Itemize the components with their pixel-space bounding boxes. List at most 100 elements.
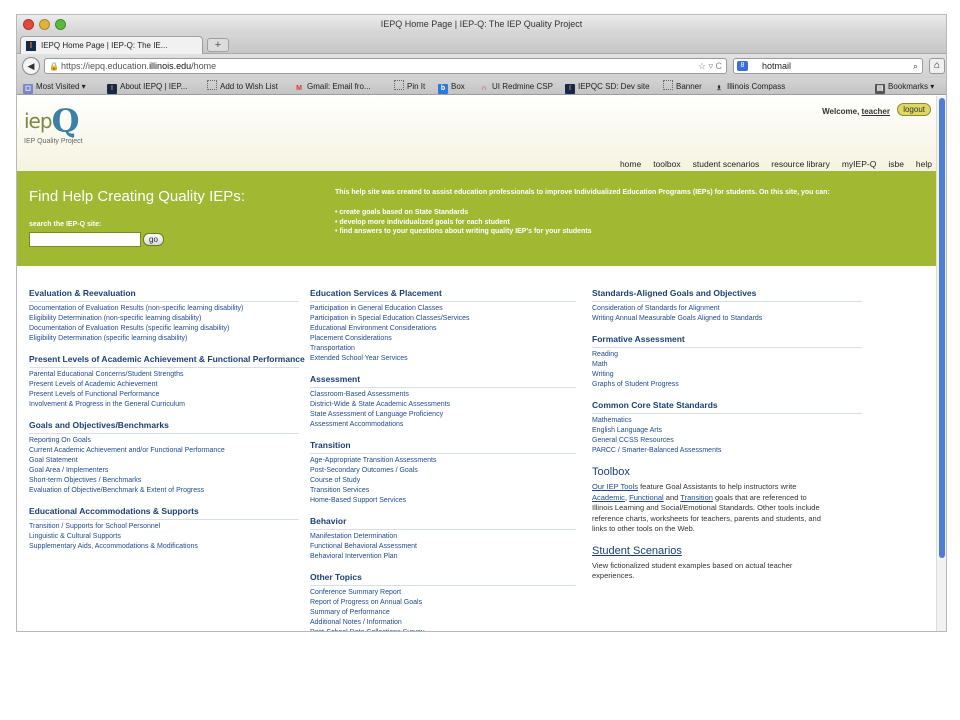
topic-link[interactable]: Writing: [592, 370, 862, 380]
toolbox-title[interactable]: Toolbox: [592, 466, 862, 478]
bookmark-star-icon[interactable]: ☆: [698, 61, 706, 71]
bookmarks-menu[interactable]: ▤ Bookmarks ▾: [875, 78, 934, 95]
nav-myiepq[interactable]: myIEP-Q: [842, 159, 876, 169]
reload-icon[interactable]: C: [716, 61, 723, 71]
topic-link[interactable]: Summary of Performance: [310, 608, 576, 618]
topic-link[interactable]: Educational Environment Considerations: [310, 324, 576, 334]
our-iep-tools-link[interactable]: Our IEP Tools: [592, 482, 638, 491]
topic-link[interactable]: Transition Services: [310, 486, 576, 496]
home-button[interactable]: ⌂: [929, 58, 945, 74]
topic-link[interactable]: Transportation: [310, 344, 576, 354]
bookmark-item[interactable]: ◻ Most Visited ▾: [23, 78, 86, 95]
topic-link[interactable]: Additional Notes / Information: [310, 618, 576, 628]
topic-link[interactable]: State Assessment of Language Proficiency: [310, 410, 576, 420]
topic-link[interactable]: Parental Educational Concerns/Student St…: [29, 370, 299, 380]
bookmark-item[interactable]: Add to Wish List: [207, 78, 278, 95]
topic-link[interactable]: General CCSS Resources: [592, 436, 862, 446]
user-link[interactable]: teacher: [862, 107, 890, 116]
topic-link[interactable]: Linguistic & Cultural Supports: [29, 532, 299, 542]
topic-link[interactable]: Documentation of Evaluation Results (non…: [29, 304, 299, 314]
transition-link[interactable]: Transition: [680, 493, 713, 502]
site-search-label: search the IEP-Q site:: [29, 221, 102, 228]
academic-link[interactable]: Academic: [592, 493, 625, 502]
topic-link[interactable]: Goal Area / Implementers: [29, 466, 299, 476]
topic-link[interactable]: Functional Behavioral Assessment: [310, 542, 576, 552]
topic-link[interactable]: Goal Statement: [29, 456, 299, 466]
section-links: Consideration of Standards for Alignment…: [592, 304, 862, 324]
topic-link[interactable]: Present Levels of Functional Performance: [29, 390, 299, 400]
topic-link[interactable]: Documentation of Evaluation Results (spe…: [29, 324, 299, 334]
site-search-input[interactable]: [29, 232, 141, 247]
topic-link[interactable]: Manifestation Determination: [310, 532, 576, 542]
topic-link[interactable]: Classroom-Based Assessments: [310, 390, 576, 400]
nav-resource-library[interactable]: resource library: [771, 159, 830, 169]
search-icon[interactable]: ⌕: [913, 59, 918, 73]
topic-link[interactable]: Short-term Objectives / Benchmarks: [29, 476, 299, 486]
bookmark-item[interactable]: ♗ Illinois Compass: [714, 78, 785, 95]
topic-link[interactable]: Eligibility Determination (non-specific …: [29, 314, 299, 324]
bookmark-item[interactable]: Pin It: [394, 78, 425, 95]
bookmark-item[interactable]: M Gmail: Email fro...: [294, 78, 371, 95]
topic-link[interactable]: Consideration of Standards for Alignment: [592, 304, 862, 314]
functional-link[interactable]: Functional: [629, 493, 664, 502]
topic-link[interactable]: District-Wide & State Academic Assessmen…: [310, 400, 576, 410]
topic-link[interactable]: Behavioral Intervention Plan: [310, 552, 576, 562]
topic-link[interactable]: Eligibility Determination (specific lear…: [29, 334, 299, 344]
topic-link[interactable]: Placement Considerations: [310, 334, 576, 344]
dropdown-arrow-icon[interactable]: ▿: [708, 61, 713, 71]
nav-isbe[interactable]: isbe: [888, 159, 904, 169]
topic-link[interactable]: Age-Appropriate Transition Assessments: [310, 456, 576, 466]
minimize-window-button[interactable]: [39, 19, 50, 30]
logout-button[interactable]: logout: [897, 103, 931, 116]
section-links: Reporting On Goals Current Academic Achie…: [29, 436, 299, 496]
topic-link[interactable]: Conference Summary Report: [310, 588, 576, 598]
topic-link[interactable]: Course of Study: [310, 476, 576, 486]
topic-link[interactable]: English Language Arts: [592, 426, 862, 436]
nav-help[interactable]: help: [916, 159, 932, 169]
welcome-message: Welcome, teacher: [822, 107, 890, 116]
nav-home[interactable]: home: [620, 159, 641, 169]
topic-link[interactable]: Mathematics: [592, 416, 862, 426]
topic-link[interactable]: Extended School Year Services: [310, 354, 576, 364]
topic-link[interactable]: Post-Secondary Outcomes / Goals: [310, 466, 576, 476]
close-window-button[interactable]: [23, 19, 34, 30]
go-button[interactable]: go: [143, 233, 164, 246]
bookmark-item[interactable]: Banner: [663, 78, 702, 95]
scrollbar-thumb[interactable]: [939, 98, 945, 558]
topic-link[interactable]: Supplementary Aids, Accommodations & Mod…: [29, 542, 299, 552]
bookmark-item[interactable]: I IEPQC SD: Dev site: [565, 78, 650, 95]
topic-link[interactable]: Participation in Special Education Class…: [310, 314, 576, 324]
topic-link[interactable]: Reporting On Goals: [29, 436, 299, 446]
topic-link[interactable]: Graphs of Student Progress: [592, 380, 862, 390]
topic-link[interactable]: Participation in General Education Class…: [310, 304, 576, 314]
topic-link[interactable]: Report of Progress on Annual Goals: [310, 598, 576, 608]
scrollbar[interactable]: [936, 96, 946, 631]
tab-iepq-home[interactable]: I IEPQ Home Page | IEP-Q: The IE...: [20, 36, 203, 54]
zoom-window-button[interactable]: [55, 19, 66, 30]
iepq-logo[interactable]: iepQ IEP Quality Project: [24, 102, 83, 145]
topic-link[interactable]: Writing Annual Measurable Goals Aligned …: [592, 314, 862, 324]
nav-student-scenarios[interactable]: student scenarios: [693, 159, 760, 169]
student-scenarios-link[interactable]: Student Scenarios: [592, 545, 862, 557]
search-input[interactable]: hotmail: [762, 61, 791, 71]
bookmark-item[interactable]: I About IEPQ | IEP...: [107, 78, 187, 95]
topic-link[interactable]: Present Levels of Academic Achievement: [29, 380, 299, 390]
topic-link[interactable]: Math: [592, 360, 862, 370]
address-bar[interactable]: 🔒 https://iepq.education.illinois.edu/ho…: [44, 58, 727, 74]
topic-link[interactable]: Involvement & Progress in the General Cu…: [29, 400, 299, 410]
bookmark-item[interactable]: ∩ UI Redmine CSP: [479, 78, 552, 95]
bookmark-item[interactable]: b Box: [438, 78, 465, 95]
search-engine-icon[interactable]: 8: [737, 61, 748, 71]
back-button[interactable]: ◀: [22, 57, 40, 75]
topic-link[interactable]: Evaluation of Objective/Benchmark & Exte…: [29, 486, 299, 496]
topic-link[interactable]: Reading: [592, 350, 862, 360]
topic-link[interactable]: Post-School Data Collections Survey: [310, 628, 576, 631]
topic-link[interactable]: Current Academic Achievement and/or Func…: [29, 446, 299, 456]
search-bar[interactable]: 8 hotmail ⌕: [733, 58, 923, 74]
topic-link[interactable]: Assessment Accommodations: [310, 420, 576, 430]
topic-link[interactable]: PARCC / Smarter-Balanced Assessments: [592, 446, 862, 456]
topic-link[interactable]: Home-Based Support Services: [310, 496, 576, 506]
nav-toolbox[interactable]: toolbox: [653, 159, 680, 169]
topic-link[interactable]: Transition / Supports for School Personn…: [29, 522, 299, 532]
new-tab-button[interactable]: +: [207, 38, 229, 52]
